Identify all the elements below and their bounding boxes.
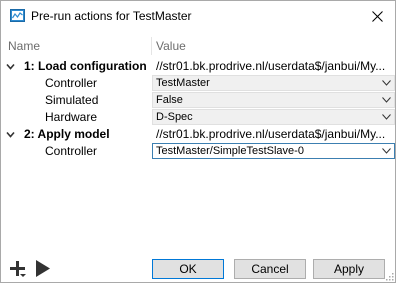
chevron-down-icon [382,114,391,120]
column-headers: Name Value [1,37,395,55]
select-value: False [156,94,183,106]
column-divider[interactable] [151,37,152,55]
column-header-value[interactable]: Value [156,39,186,53]
apply-button[interactable]: Apply [313,259,385,279]
resize-grip-icon[interactable] [384,271,394,281]
property-label: Controller [45,76,98,90]
group-value-path: //str01.bk.prodrive.nl/userdata$/janbui/… [156,127,386,141]
pre-run-actions-dialog: Pre-run actions for TestMaster Name Valu… [0,0,396,283]
group-label: 1: Load configuration [24,59,147,73]
cancel-button[interactable]: Cancel [234,259,306,279]
chevron-down-icon [382,80,391,86]
simulated-select[interactable]: False [152,92,395,108]
play-icon[interactable] [36,260,50,277]
ok-button[interactable]: OK [152,259,224,279]
dialog-footer: OK Cancel Apply [1,254,395,282]
group-row-apply-model[interactable]: 2: Apply model //str01.bk.prodrive.nl/us… [1,126,395,143]
property-row-controller: Controller TestMaster/SimpleTestSlave-0 [1,143,395,160]
select-value: TestMaster/SimpleTestSlave-0 [156,145,304,157]
chevron-down-icon [382,97,391,103]
select-value: D-Spec [156,111,193,123]
group-row-load-configuration[interactable]: 1: Load configuration //str01.bk.prodriv… [1,58,395,75]
add-dropdown-icon[interactable] [10,261,26,277]
property-row-controller: Controller TestMaster [1,75,395,92]
property-row-hardware: Hardware D-Spec [1,109,395,126]
property-row-simulated: Simulated False [1,92,395,109]
hardware-select[interactable]: D-Spec [152,109,395,125]
close-icon [371,10,383,22]
group-label: 2: Apply model [24,127,110,141]
property-label: Simulated [45,93,99,107]
select-value: TestMaster [156,77,210,89]
title-bar[interactable]: Pre-run actions for TestMaster [1,1,395,31]
property-label: Controller [45,144,98,158]
controller-select[interactable]: TestMaster [152,75,395,91]
group-value-path: //str01.bk.prodrive.nl/userdata$/janbui/… [156,59,386,73]
expanded-chevron-icon[interactable] [6,130,15,139]
close-button[interactable] [359,1,395,31]
column-header-name[interactable]: Name [8,39,40,53]
chevron-down-icon [382,148,391,154]
chart-window-icon [10,9,25,22]
expanded-chevron-icon[interactable] [6,62,15,71]
property-label: Hardware [45,110,98,124]
controller-select[interactable]: TestMaster/SimpleTestSlave-0 [152,143,395,159]
window-title: Pre-run actions for TestMaster [31,9,192,23]
